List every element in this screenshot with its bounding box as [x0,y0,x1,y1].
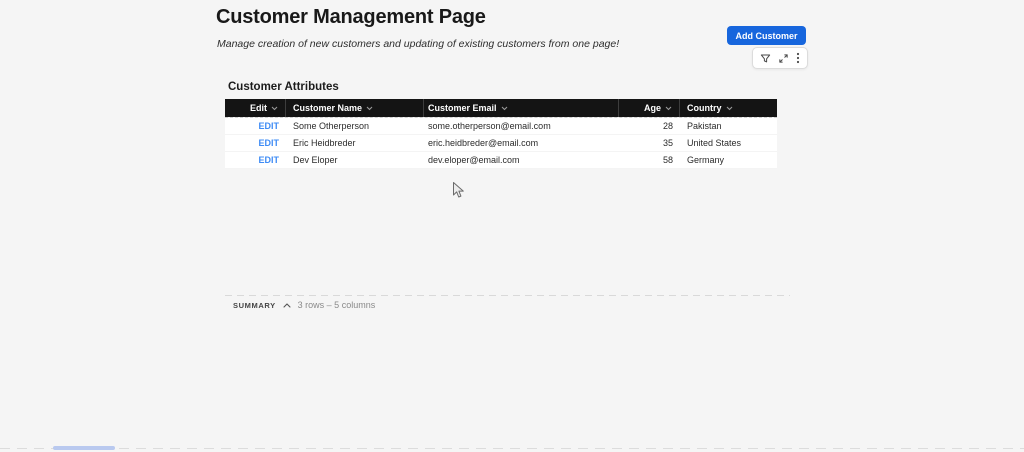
cell-edit: EDIT [225,135,286,151]
table-body: EDIT Some Otherpersonsome.otherperson@ema… [225,117,777,169]
column-header-label: Country [687,103,722,113]
chevron-down-icon [665,106,672,111]
column-header-age[interactable]: Age [619,99,680,117]
cell-email: some.otherperson@email.com [424,118,619,134]
summary-divider [225,295,790,296]
cell-country: Pakistan [680,118,777,134]
cell-edit: EDIT [225,118,286,134]
cell-country: Germany [680,152,777,168]
filter-icon[interactable] [760,53,771,64]
column-header-label: Age [644,103,661,113]
summary-text: 3 rows – 5 columns [298,300,376,310]
table-section-title: Customer Attributes [228,81,339,93]
cell-age: 28 [619,118,680,134]
column-header-edit[interactable]: Edit [225,99,286,117]
chevron-down-icon [271,106,278,111]
column-header-label: Customer Email [428,103,497,113]
edit-link[interactable]: EDIT [258,155,279,165]
cell-age: 35 [619,135,680,151]
table-header-row: Edit Customer Name Customer Email Age Countr… [225,99,777,117]
cell-age: 58 [619,152,680,168]
cell-name: Eric Heidbreder [286,135,424,151]
chevron-up-icon[interactable] [283,303,291,308]
page-title: Customer Management Page [216,6,486,29]
cell-edit: EDIT [225,152,286,168]
edit-link[interactable]: EDIT [258,121,279,131]
edit-link[interactable]: EDIT [258,138,279,148]
chevron-down-icon [726,106,733,111]
kebab-menu-icon[interactable] [796,52,800,64]
horizontal-scrollbar-thumb[interactable] [53,446,115,450]
horizontal-scrollbar-track[interactable] [0,448,1024,449]
chevron-down-icon [366,106,373,111]
table-row: EDIT Dev Eloperdev.eloper@email.com58Germ… [225,152,777,169]
add-customer-button[interactable]: Add Customer [727,26,806,45]
table-row: EDIT Some Otherpersonsome.otherperson@ema… [225,118,777,135]
column-header-customer-name[interactable]: Customer Name [286,99,424,117]
cell-email: dev.eloper@email.com [424,152,619,168]
column-header-country[interactable]: Country [680,99,777,117]
column-header-label: Edit [250,103,267,113]
table-row: EDIT Eric Heidbredereric.heidbreder@email… [225,135,777,152]
expand-icon[interactable] [778,53,789,64]
summary-bar: SUMMARY 3 rows – 5 columns [233,300,375,310]
column-header-label: Customer Name [293,103,362,113]
mouse-cursor-icon [452,181,465,200]
cell-country: United States [680,135,777,151]
customer-table: Edit Customer Name Customer Email Age Countr… [225,99,777,169]
cell-email: eric.heidbreder@email.com [424,135,619,151]
page-subtitle: Manage creation of new customers and upd… [217,38,619,50]
cell-name: Dev Eloper [286,152,424,168]
table-toolbar [752,47,808,69]
column-header-customer-email[interactable]: Customer Email [424,99,619,117]
chevron-down-icon [501,106,508,111]
summary-label: SUMMARY [233,301,276,310]
cell-name: Some Otherperson [286,118,424,134]
